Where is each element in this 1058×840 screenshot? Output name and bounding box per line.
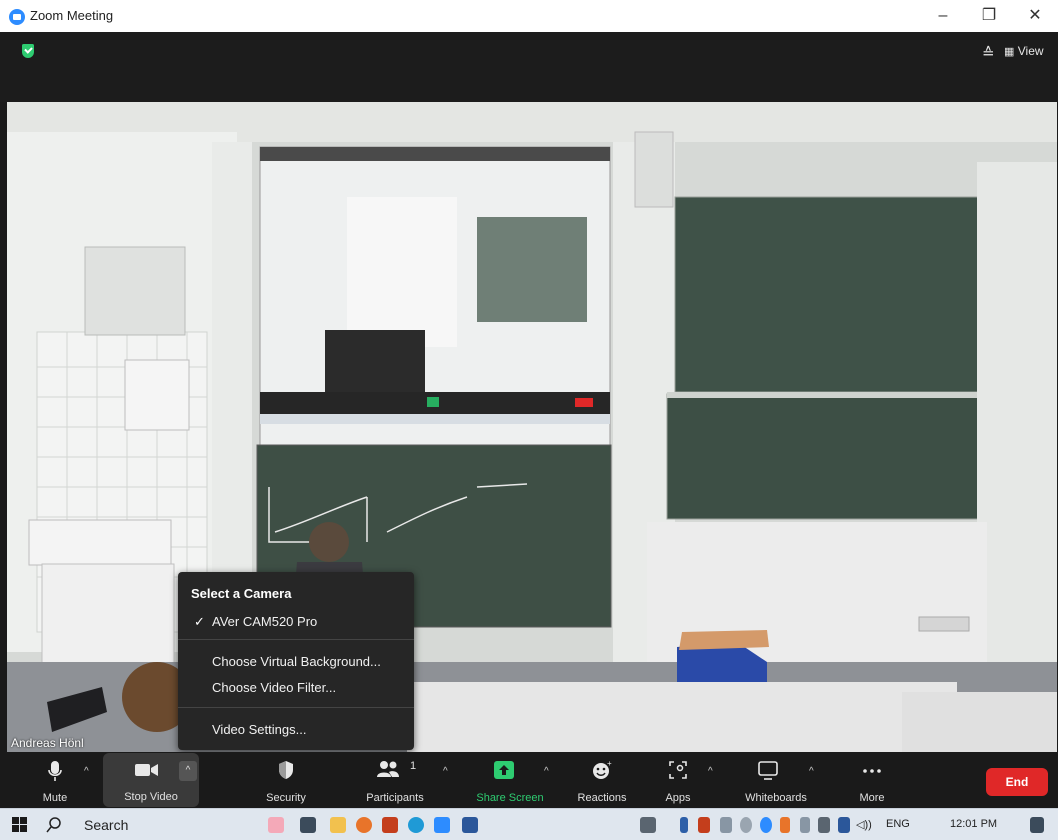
meeting-topbar xyxy=(0,32,1058,102)
window-titlebar: Zoom Meeting – ❐ ✕ xyxy=(0,0,1058,32)
share-options-caret[interactable]: ^ xyxy=(544,766,549,777)
zoom-logo-icon xyxy=(9,9,25,25)
tray-flag-icon[interactable] xyxy=(780,817,790,833)
tray-circle-icon[interactable] xyxy=(740,817,752,833)
tray-usb-icon[interactable] xyxy=(680,817,688,833)
apps-button[interactable]: Apps xyxy=(658,752,698,808)
maximize-button[interactable]: ❐ xyxy=(974,5,1004,27)
captions-icon[interactable]: ≙ xyxy=(982,44,995,62)
camera-option-aver[interactable]: AVer CAM520 Pro xyxy=(212,614,317,629)
more-label: More xyxy=(859,792,885,804)
encryption-shield-icon[interactable] xyxy=(22,44,34,58)
participants-icon xyxy=(377,761,400,777)
whiteboards-button[interactable]: Whiteboards xyxy=(736,752,816,808)
menu-divider xyxy=(178,639,414,640)
search-label: Search xyxy=(84,817,129,833)
notifications-icon[interactable] xyxy=(1030,817,1044,833)
security-shield-icon xyxy=(279,761,293,779)
zoom-taskbar-icon[interactable] xyxy=(434,817,450,833)
word-icon[interactable] xyxy=(462,817,478,833)
reactions-button[interactable]: + Reactions xyxy=(572,752,632,808)
video-settings-item[interactable]: Video Settings... xyxy=(212,722,306,737)
end-meeting-button[interactable]: End xyxy=(986,768,1048,796)
audio-options-caret[interactable]: ^ xyxy=(84,766,89,777)
camera-menu: Select a Camera ✓ AVer CAM520 Pro Choose… xyxy=(178,572,414,750)
apps-label: Apps xyxy=(665,792,691,804)
stop-video-label: Stop Video xyxy=(124,791,178,803)
whiteboards-options-caret[interactable]: ^ xyxy=(809,766,814,777)
apps-icon xyxy=(669,761,687,779)
security-button[interactable]: Security xyxy=(256,752,316,808)
tray-network-icon[interactable] xyxy=(720,817,732,833)
more-button[interactable]: More xyxy=(850,752,894,808)
meeting-toolbar: Mute ^ ^ Stop Video Security 1 Participa… xyxy=(0,752,1058,808)
edge-icon[interactable] xyxy=(408,817,424,833)
tray-zoom-icon[interactable] xyxy=(760,817,772,833)
tray-security-icon[interactable] xyxy=(838,817,850,833)
participant-name: Andreas Hönl xyxy=(11,736,84,750)
stop-video-button[interactable]: ^ Stop Video xyxy=(103,753,199,807)
task-view-icon[interactable] xyxy=(300,817,316,833)
apps-options-caret[interactable]: ^ xyxy=(708,766,713,777)
video-camera-icon xyxy=(135,764,159,776)
share-screen-icon xyxy=(493,761,514,779)
powerpoint-icon[interactable] xyxy=(382,817,398,833)
participants-label: Participants xyxy=(366,792,424,804)
mute-button[interactable]: Mute xyxy=(32,752,78,808)
participants-count: 1 xyxy=(410,760,417,772)
classroom-scene xyxy=(7,102,1057,752)
window-title: Zoom Meeting xyxy=(30,8,114,23)
volume-icon[interactable]: ◁)) xyxy=(856,818,872,831)
language-indicator[interactable]: ENG xyxy=(886,818,910,830)
grid-icon: ▦ xyxy=(1004,46,1015,58)
tray-defender-icon[interactable] xyxy=(698,817,710,833)
svg-text:+: + xyxy=(607,760,612,768)
file-explorer-icon[interactable] xyxy=(330,817,346,833)
mute-label: Mute xyxy=(42,792,68,804)
taskbar-clock[interactable]: 12:01 PM xyxy=(950,818,997,830)
cherry-blossom-icon xyxy=(268,817,284,833)
more-dots-icon xyxy=(863,769,881,773)
windows-start-icon[interactable] xyxy=(12,817,27,832)
close-button[interactable]: ✕ xyxy=(1020,5,1050,27)
microphone-icon xyxy=(48,761,62,781)
reactions-smiley-icon: + xyxy=(593,760,612,779)
security-label: Security xyxy=(266,792,306,804)
share-screen-button[interactable]: Share Screen xyxy=(472,752,548,808)
participants-options-caret[interactable]: ^ xyxy=(443,766,448,777)
tray-display-icon[interactable] xyxy=(818,817,830,833)
minimize-button[interactable]: – xyxy=(928,5,958,27)
search-icon xyxy=(46,817,61,833)
choose-video-filter-item[interactable]: Choose Video Filter... xyxy=(212,680,336,695)
taskbar-search-box[interactable]: Search xyxy=(46,813,246,836)
tray-app-icon[interactable] xyxy=(640,817,656,833)
reactions-label: Reactions xyxy=(577,792,627,804)
menu-divider xyxy=(178,707,414,708)
choose-virtual-background-item[interactable]: Choose Virtual Background... xyxy=(212,654,381,669)
whiteboards-label: Whiteboards xyxy=(745,792,807,804)
participants-button[interactable]: 1 Participants xyxy=(358,752,432,808)
tray-battery-icon[interactable] xyxy=(800,817,810,833)
view-label: View xyxy=(1017,44,1044,58)
video-options-caret[interactable]: ^ xyxy=(179,761,197,781)
windows-taskbar: Search ◁)) ENG 12:01 PM xyxy=(0,808,1058,840)
whiteboard-icon xyxy=(758,761,778,780)
camera-menu-heading: Select a Camera xyxy=(191,586,292,601)
checkmark-icon: ✓ xyxy=(194,614,205,629)
view-button[interactable]: ▦ View xyxy=(1004,44,1044,58)
video-feed xyxy=(7,102,1057,752)
firefox-icon[interactable] xyxy=(356,817,372,833)
share-screen-label: Share Screen xyxy=(476,792,544,804)
